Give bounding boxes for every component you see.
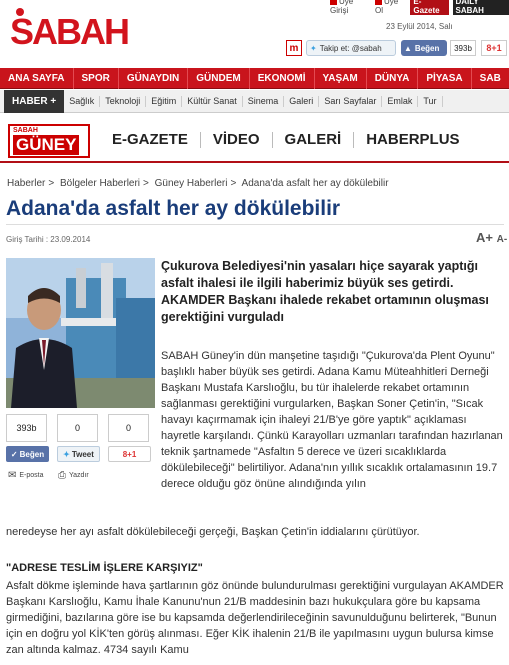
sub-nav-item[interactable]: Eğitim	[146, 95, 183, 107]
nav-item[interactable]: PİYASA	[418, 67, 472, 89]
tweet-button[interactable]: ✦ Tweet	[57, 446, 100, 462]
user-plus-icon	[374, 0, 382, 6]
sub-nav-item[interactable]: Kültür Sanat	[182, 95, 243, 107]
printer-icon: ⎙	[58, 470, 66, 481]
nav-item[interactable]: GÜNAYDIN	[119, 67, 189, 89]
nav-item[interactable]: GÜNDEM	[188, 67, 250, 89]
sub-nav-item[interactable]: Sağlık	[64, 95, 101, 107]
gplus-share-button[interactable]: 8+1	[108, 446, 151, 462]
section-link-video[interactable]: VİDEO	[199, 132, 272, 148]
photo-illustration	[6, 258, 155, 408]
breadcrumb: Haberler > Bölgeler Haberleri > Güney Habe…	[7, 178, 389, 189]
sub-nav-item[interactable]: Teknoloji	[100, 95, 147, 107]
haber-plus-tab[interactable]: HABER +	[4, 89, 65, 113]
article-subheading: "ADRESE TESLİM İŞLERE KARŞIYIZ"	[6, 562, 203, 574]
article-title: Adana'da asfalt her ay dökülebilir	[6, 197, 341, 220]
section-link-egazete[interactable]: E-GAZETE	[112, 132, 200, 148]
tweet-count-box: 0	[57, 414, 98, 442]
sabah-guney-logo[interactable]: SABAH GÜNEY	[8, 124, 90, 158]
publish-date: Giriş Tarihi : 23.09.2014	[6, 235, 91, 244]
main-nav: ANA SAYFA SPOR GÜNAYDIN GÜNDEM EKONOMİ Y…	[0, 67, 509, 89]
facebook-like-button[interactable]: ▲ Beğen	[401, 40, 447, 56]
breadcrumb-item[interactable]: Haberler	[7, 178, 45, 189]
breadcrumb-item[interactable]: Bölgeler Haberleri	[60, 178, 140, 189]
sub-nav-item[interactable]: Sinema	[243, 95, 285, 107]
section-nav: E-GAZETE VİDEO GALERİ HABERPLUS	[112, 132, 472, 148]
envelope-icon: ✉	[8, 470, 17, 481]
sub-nav-item[interactable]: Emlak	[382, 95, 419, 107]
logo-text: SABAH	[10, 11, 130, 52]
article-lead: Çukurova Belediyesi'nin yasaları hiçe sa…	[161, 259, 489, 324]
egazete-link[interactable]: E-Gazete	[410, 0, 449, 15]
share-panel: 393b 0 0 ✓ Beğen ✦ Tweet 8+1 ✉ E-posta ⎙ Yaz…	[6, 414, 155, 490]
nav-item[interactable]: EKONOMİ	[250, 67, 315, 89]
twitter-follow-button[interactable]: ✦ Takip et: @sabah	[306, 40, 396, 56]
divider	[6, 224, 504, 225]
sub-nav-item[interactable]: Tur	[418, 95, 443, 107]
email-button[interactable]: ✉ E-posta	[8, 470, 44, 481]
sub-nav-item[interactable]: Sarı Sayfalar	[319, 95, 383, 107]
like-count: 393b	[450, 40, 476, 56]
register-link[interactable]: Üye Ol	[374, 0, 406, 15]
article-photo	[6, 258, 155, 408]
font-increase-button[interactable]: A+	[476, 230, 493, 245]
twitter-icon: ✦	[63, 449, 70, 459]
gplus-button[interactable]: 8+1	[481, 40, 507, 56]
login-link[interactable]: Üye Girişi	[330, 0, 371, 15]
sub-nav: HABER + Sağlık Teknoloji Eğitim Kültür S…	[0, 89, 509, 113]
sub-nav-item[interactable]: Galeri	[284, 95, 320, 107]
logo-dot-icon	[16, 8, 24, 16]
user-icon	[330, 0, 337, 6]
top-links: Üye Girişi Üye Ol E-Gazete DAILY SABAH	[330, 0, 509, 15]
thumbs-up-icon: ✓	[10, 449, 18, 459]
like-count-box: 393b	[6, 414, 47, 442]
breadcrumb-item: Adana'da asfalt her ay dökülebilir	[241, 178, 389, 189]
article-paragraph: SABAH Güney'in dün manşetine taşıdığı "Ç…	[161, 350, 503, 490]
breadcrumb-item[interactable]: Güney Haberleri	[155, 178, 228, 189]
share-like-button[interactable]: ✓ Beğen	[6, 446, 49, 462]
m-icon[interactable]: m	[286, 40, 302, 56]
current-date: 23 Eylül 2014, Salı	[386, 22, 453, 31]
daily-sabah-link[interactable]: DAILY SABAH	[452, 0, 509, 15]
sabah-logo[interactable]: SABAH	[10, 2, 160, 58]
section-link-haberplus[interactable]: HABERPLUS	[353, 132, 471, 148]
font-size-controls: A+ A-	[476, 230, 507, 245]
nav-item[interactable]: SAB	[472, 67, 509, 89]
section-link-galeri[interactable]: GALERİ	[271, 132, 354, 148]
font-decrease-button[interactable]: A-	[497, 234, 508, 245]
article-paragraph-continued: neredeyse her ayı asfalt dökülebileceği …	[6, 526, 420, 538]
nav-item[interactable]: SPOR	[74, 67, 119, 89]
nav-item[interactable]: ANA SAYFA	[0, 67, 74, 89]
nav-item[interactable]: YAŞAM	[315, 67, 367, 89]
article-paragraph: Asfalt dökme işleminde hava şartlarının …	[6, 580, 504, 656]
gplus-count-box: 0	[108, 414, 149, 442]
twitter-icon: ✦	[310, 43, 317, 53]
thumbs-up-icon: ▲	[404, 43, 412, 53]
nav-item[interactable]: DÜNYA	[367, 67, 419, 89]
print-button[interactable]: ⎙ Yazdır	[58, 470, 89, 481]
